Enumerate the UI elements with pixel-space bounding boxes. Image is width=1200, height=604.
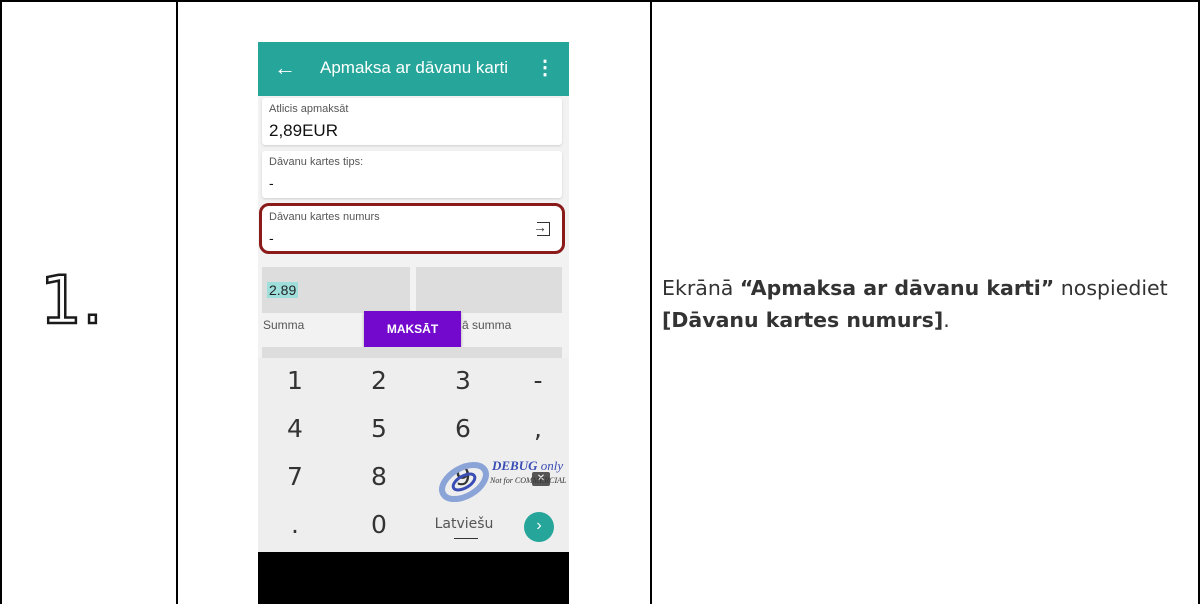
back-arrow-icon[interactable]: ← (274, 54, 296, 82)
instruction-table: 1. ← Apmaksa ar dāvanu karti ⋮ Atlicis a… (0, 0, 1200, 604)
step-number: 1. (39, 262, 104, 339)
phone-screenshot: ← Apmaksa ar dāvanu karti ⋮ Atlicis apma… (258, 42, 569, 604)
key-comma[interactable]: , (513, 414, 563, 443)
key-8[interactable]: 8 (354, 462, 404, 491)
watermark-debug-text: DEBUG only (492, 458, 564, 473)
amount-label: Summa (263, 318, 305, 332)
watermark-note: Not for COMMERCIAL (490, 476, 567, 485)
second-amount-input[interactable] (416, 267, 562, 313)
key-1[interactable]: 1 (270, 366, 320, 395)
key-7[interactable]: 7 (270, 462, 320, 491)
instruction-middle: nospiediet (1060, 276, 1168, 300)
language-underline (454, 538, 478, 539)
amount-input[interactable]: 2.89 (262, 267, 410, 313)
enter-arrow-icon: → (533, 219, 547, 235)
card-type-field: Dāvanu kartes tips: - (262, 151, 562, 198)
instruction-text: Ekrānā “Apmaksa ar dāvanu karti” nospied… (662, 272, 1190, 336)
table-top-border (0, 0, 1200, 2)
card-type-label: Dāvanu kartes tips: (269, 156, 364, 168)
key-2[interactable]: 2 (354, 366, 404, 395)
pay-button[interactable]: MAKSĀT (364, 311, 461, 347)
key-5[interactable]: 5 (354, 414, 404, 443)
key-3[interactable]: 3 (438, 366, 488, 395)
screen-title: Apmaksa ar dāvanu karti (320, 58, 509, 77)
table-divider-1 (176, 0, 178, 604)
table-border-left (0, 0, 2, 604)
key-4[interactable]: 4 (270, 414, 320, 443)
instruction-screen-name: “Apmaksa ar dāvanu karti” (739, 276, 1055, 300)
debug-watermark: DEBUG only Not for COMMERCIAL (432, 450, 569, 520)
instruction-suffix: . (943, 308, 950, 332)
more-vert-icon[interactable]: ⋮ (535, 55, 555, 81)
key-dot[interactable]: . (270, 510, 320, 539)
table-divider-2 (650, 0, 652, 604)
card-type-value: - (269, 175, 274, 191)
key-0[interactable]: 0 (354, 510, 404, 539)
remaining-label: Atlicis apmaksāt (269, 103, 349, 115)
navigation-bar (258, 552, 569, 604)
key-6[interactable]: 6 (438, 414, 488, 443)
second-amount-label: ā summa (462, 318, 512, 332)
remaining-value: 2,89EUR (269, 121, 338, 140)
instruction-target: [Dāvanu kartes numurs] (662, 308, 944, 332)
remaining-card: Atlicis apmaksāt 2,89EUR (262, 98, 562, 145)
card-number-value: - (269, 230, 274, 246)
card-number-field[interactable]: Dāvanu kartes numurs - → (259, 203, 565, 254)
key-minus[interactable]: - (513, 366, 563, 395)
instruction-prefix: Ekrānā (662, 276, 734, 300)
app-bar: ← Apmaksa ar dāvanu karti ⋮ (258, 42, 569, 96)
numeric-keypad: 1 2 3 - 4 5 6 , 7 8 9 ✕ . 0 Latviešu › D… (258, 358, 569, 552)
card-number-label: Dāvanu kartes numurs (269, 211, 380, 223)
amount-value: 2.89 (267, 282, 299, 298)
